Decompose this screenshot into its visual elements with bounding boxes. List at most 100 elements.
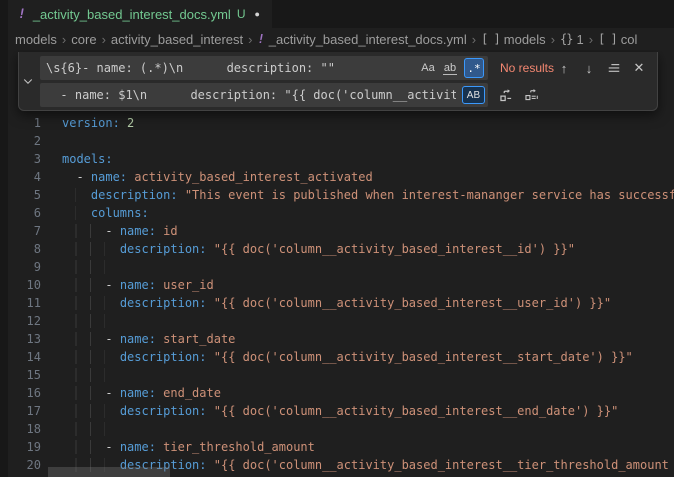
unsaved-dot-icon[interactable]: ● xyxy=(255,9,260,19)
whole-word-label: ab xyxy=(443,62,457,75)
code-segment-k: name: xyxy=(120,440,156,454)
code-segment-s: "{{ doc('column__activity_based_interest… xyxy=(207,296,612,310)
breadcrumb-item[interactable]: activity_based_interest xyxy=(111,32,243,47)
code-line[interactable]: - name: tier_threshold_amount xyxy=(62,438,674,456)
yaml-file-icon: ! xyxy=(18,7,26,22)
horizontal-scrollbar-thumb[interactable] xyxy=(48,467,170,477)
code-line[interactable]: - name: user_id xyxy=(62,276,674,294)
code-segment-p xyxy=(105,296,119,310)
breadcrumb-item[interactable]: !_activity_based_interest_docs.yml xyxy=(258,32,467,47)
code-line[interactable]: description: "{{ doc('column__activity_b… xyxy=(62,348,674,366)
line-number[interactable]: 11 xyxy=(8,294,54,312)
code-line[interactable]: - name: id xyxy=(62,222,674,240)
code-line[interactable]: description: "This event is published wh… xyxy=(62,186,674,204)
line-number[interactable]: 1 xyxy=(8,114,54,132)
line-number[interactable]: 15 xyxy=(8,366,54,384)
code-segment-p xyxy=(105,242,119,256)
breadcrumb-separator-icon: › xyxy=(589,32,593,47)
code-line[interactable]: models: xyxy=(62,150,674,168)
code-line[interactable]: - name: start_date xyxy=(62,330,674,348)
code-line[interactable]: columns: xyxy=(62,204,674,222)
code-segment-k: models: xyxy=(62,152,113,166)
previous-match-button[interactable]: ↑ xyxy=(554,58,574,78)
code-line[interactable]: description: "{{ doc('column__activity_b… xyxy=(62,240,674,258)
breadcrumb-item[interactable]: models xyxy=(15,32,57,47)
code-segment-p xyxy=(76,206,90,220)
code-line[interactable]: version: 2 xyxy=(62,114,674,132)
line-number[interactable]: 18 xyxy=(8,420,54,438)
line-number[interactable]: 9 xyxy=(8,258,54,276)
vscode-window: ! _activity_based_interest_docs.yml U ● … xyxy=(0,0,674,477)
code-line[interactable]: description: "{{ doc('column__activity_b… xyxy=(62,294,674,312)
replace-icon xyxy=(498,88,513,103)
line-number[interactable]: 7 xyxy=(8,222,54,240)
toggle-replace-button[interactable] xyxy=(19,52,38,110)
whole-word-button[interactable]: ab xyxy=(440,58,460,78)
match-case-button[interactable]: Aa xyxy=(418,58,438,78)
code-segment-n: 2 xyxy=(127,116,134,130)
find-replace-widget: \s{6}- name: (.*)\n description: "" Aa a… xyxy=(18,52,658,111)
code-segment-s: "{{ doc('column__activity_based_interest… xyxy=(207,242,575,256)
code-segment-s: id xyxy=(156,224,178,238)
find-widget-body: \s{6}- name: (.*)\n description: "" Aa a… xyxy=(38,52,657,110)
code-segment-s: end_date xyxy=(156,386,221,400)
next-match-button[interactable]: ↓ xyxy=(579,58,599,78)
line-number[interactable]: 10 xyxy=(8,276,54,294)
line-number[interactable]: 3 xyxy=(8,150,54,168)
use-regex-button[interactable]: .* xyxy=(464,58,484,78)
breadcrumb-item[interactable]: [ ]models xyxy=(481,32,546,47)
symbol-array-icon: [ ] xyxy=(481,32,500,46)
breadcrumb-label: activity_based_interest xyxy=(111,32,243,47)
code-segment-k: version: xyxy=(62,116,120,130)
breadcrumb-label: 1 xyxy=(576,32,583,47)
code-line[interactable]: description: "{{ doc('column__activity_b… xyxy=(62,402,674,420)
code-segment-i xyxy=(62,404,105,418)
breadcrumb-label: col xyxy=(621,32,638,47)
line-number[interactable]: 12 xyxy=(8,312,54,330)
code-line[interactable] xyxy=(62,312,674,330)
code-area[interactable]: version: 2 models: - name: activity_based… xyxy=(62,114,674,474)
code-line[interactable] xyxy=(62,366,674,384)
code-line[interactable] xyxy=(62,132,674,150)
code-segment-p: - xyxy=(91,386,120,400)
replace-all-button[interactable] xyxy=(522,85,542,105)
line-number[interactable]: 16 xyxy=(8,384,54,402)
find-input[interactable]: \s{6}- name: (.*)\n description: "" Aa a… xyxy=(40,56,488,80)
tab-filename: _activity_based_interest_docs.yml xyxy=(33,7,231,22)
replace-input[interactable]: - name: $1\n description: "{{ doc('colum… xyxy=(40,83,488,107)
code-segment-p xyxy=(105,350,119,364)
close-find-button[interactable]: ✕ xyxy=(629,58,649,78)
line-number[interactable]: 14 xyxy=(8,348,54,366)
line-number[interactable]: 19 xyxy=(8,438,54,456)
breadcrumb-item[interactable]: {}1 xyxy=(560,32,584,47)
find-in-selection-button[interactable] xyxy=(604,58,624,78)
line-number[interactable]: 2 xyxy=(8,132,54,150)
line-number[interactable]: 17 xyxy=(8,402,54,420)
line-number[interactable]: 8 xyxy=(8,240,54,258)
code-segment-i xyxy=(62,296,105,310)
code-line[interactable]: - name: activity_based_interest_activate… xyxy=(62,168,674,186)
code-line[interactable] xyxy=(62,420,674,438)
code-segment-s: "{{ doc('column__activity_based_interest… xyxy=(207,458,669,472)
line-number[interactable]: 13 xyxy=(8,330,54,348)
find-results-status: No results xyxy=(500,61,554,75)
replace-row: - name: $1\n description: "{{ doc('colum… xyxy=(40,83,649,107)
breadcrumb-separator-icon: › xyxy=(62,32,66,47)
breadcrumb-item[interactable]: core xyxy=(71,32,96,47)
line-number[interactable]: 5 xyxy=(8,186,54,204)
code-line[interactable] xyxy=(62,258,674,276)
code-segment-s: user_id xyxy=(156,278,214,292)
editor-pane[interactable]: 1234567891011121314151617181920 version:… xyxy=(8,50,674,477)
tab-active-yaml-file[interactable]: ! _activity_based_interest_docs.yml U ● xyxy=(8,0,272,28)
breadcrumb-item[interactable]: [ ] col xyxy=(598,32,637,47)
line-number[interactable]: 6 xyxy=(8,204,54,222)
symbol-array-icon: [ ] xyxy=(598,32,617,46)
replace-button[interactable] xyxy=(496,85,516,105)
line-number[interactable]: 4 xyxy=(8,168,54,186)
code-segment-k: description: xyxy=(91,188,178,202)
code-segment-s: "This event is published when interest-m… xyxy=(178,188,674,202)
window-left-strip xyxy=(0,0,8,477)
code-line[interactable]: - name: end_date xyxy=(62,384,674,402)
code-segment-k: description: xyxy=(120,296,207,310)
preserve-case-button[interactable]: AB xyxy=(462,86,485,104)
